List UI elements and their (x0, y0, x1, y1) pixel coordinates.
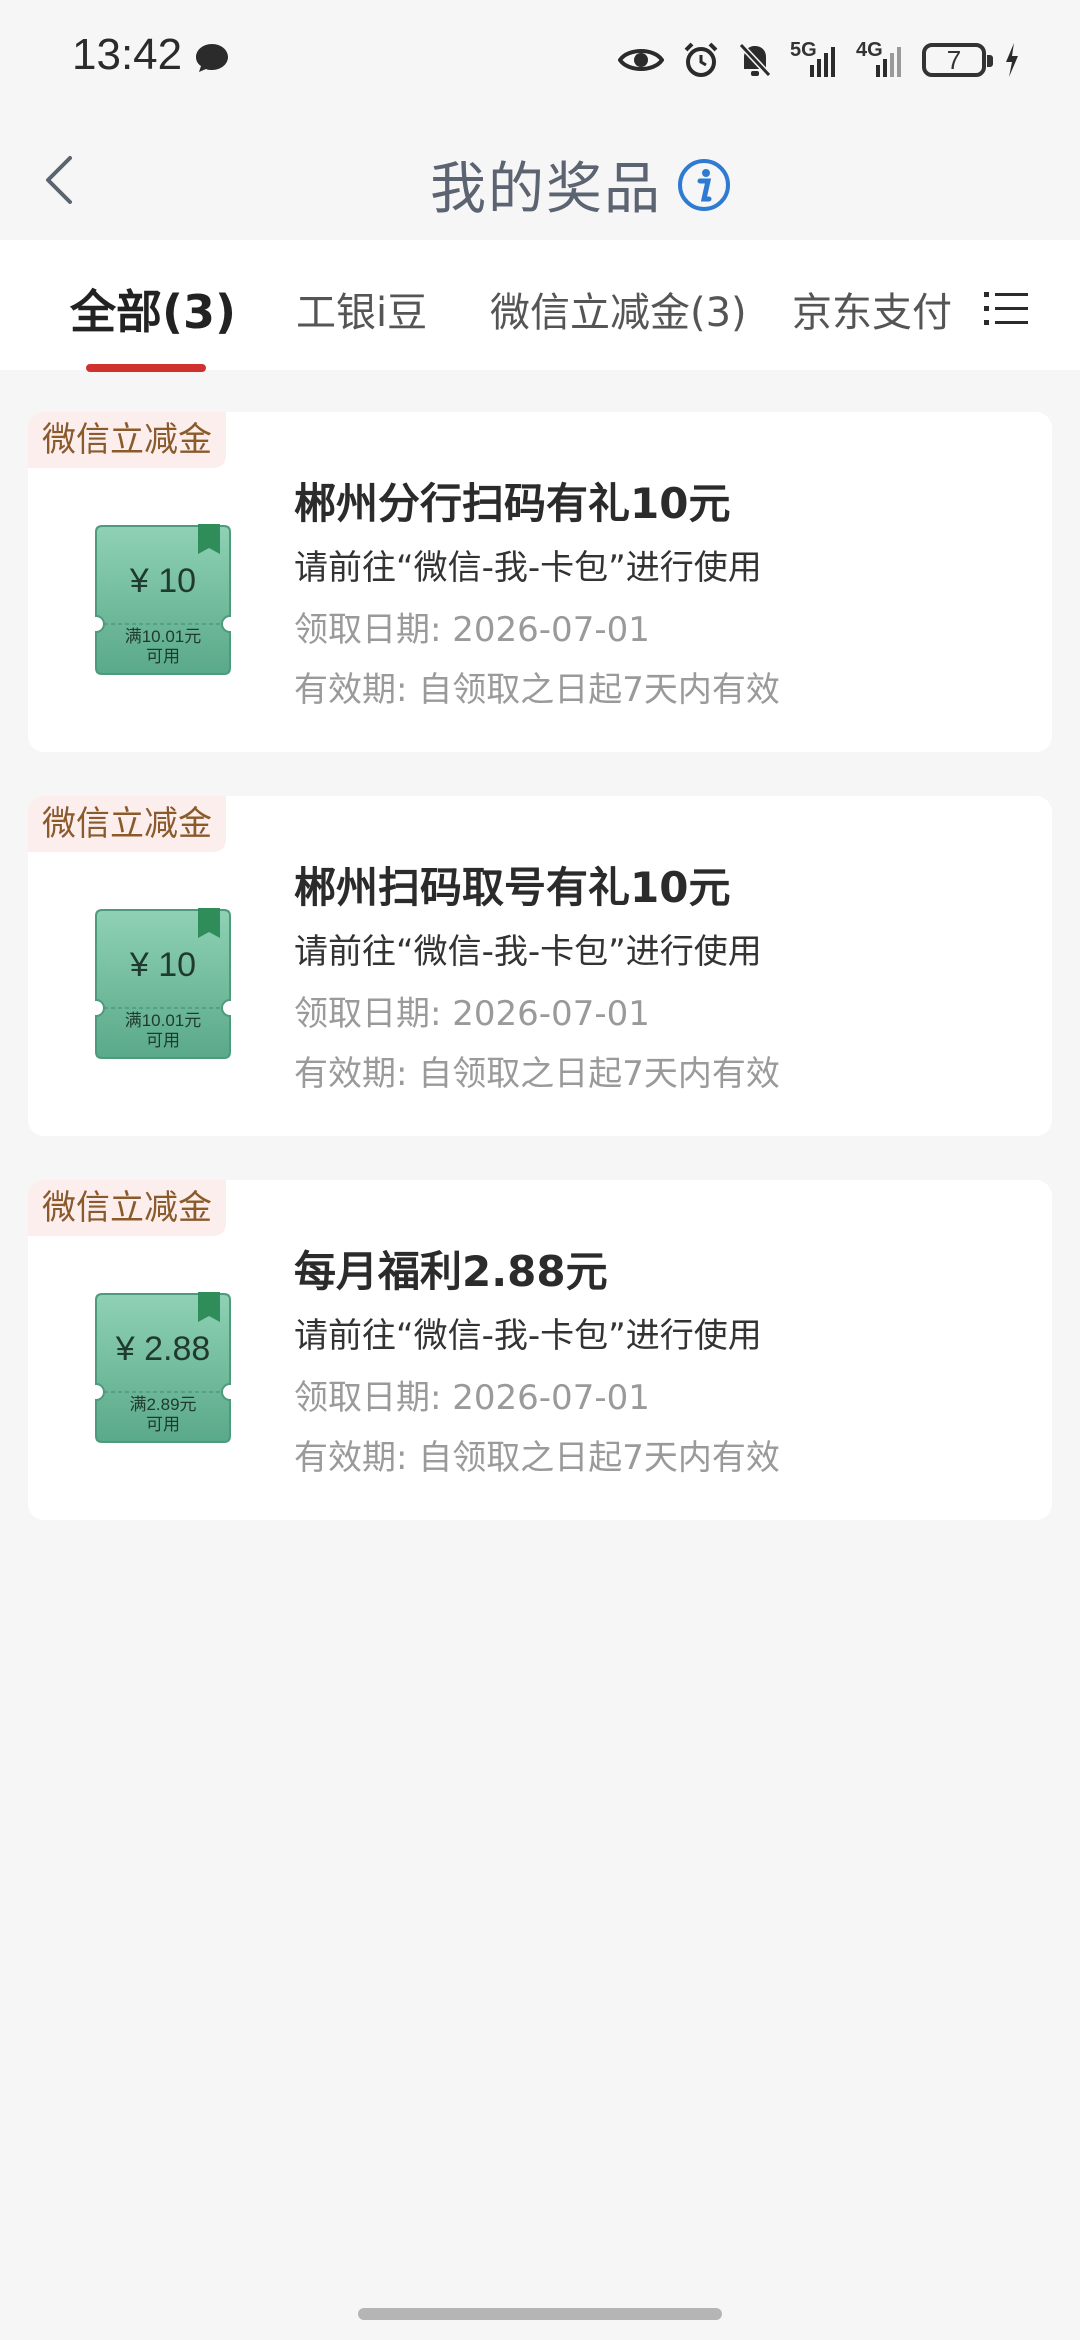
alarm-icon (684, 42, 718, 77)
info-icon[interactable] (676, 157, 732, 213)
page-title-group: 我的奖品 (430, 144, 732, 225)
coupon-amount: ¥ 10 (129, 946, 197, 984)
prize-instructions: 请前往“微信-我-卡包”进行使用 (294, 548, 762, 588)
signal-4g-icon: 4G (856, 39, 904, 79)
battery-level: 7 (946, 45, 962, 75)
battery-icon: 7 (922, 43, 993, 77)
prize-claim-date: 领取日期: 2026-07-01 (294, 994, 650, 1034)
page-title: 我的奖品 (430, 157, 662, 222)
tab-all[interactable]: 全部(3) (70, 276, 236, 342)
home-indicator[interactable] (358, 2308, 722, 2320)
eye-icon (618, 49, 664, 71)
prize-card[interactable]: 微信立减金 ¥ 10 满10.01元 可用 郴州分行扫码有礼10元 请前往“微信… (28, 412, 1052, 752)
tab-icbc-idou[interactable]: 工银i豆 (296, 280, 427, 338)
header: 我的奖品 (0, 120, 1080, 240)
prize-type-tag: 微信立减金 (28, 412, 226, 468)
prize-card[interactable]: 微信立减金 ¥ 10 满10.01元 可用 郴州扫码取号有礼10元 请前往“微信… (28, 796, 1052, 1136)
prize-claim-date: 领取日期: 2026-07-01 (294, 1378, 650, 1418)
tab-active-indicator (86, 364, 206, 372)
category-tabs: 全部(3) 工银i豆 微信立减金(3) 京东支付 (0, 240, 1080, 372)
prize-claim-date: 领取日期: 2026-07-01 (294, 610, 650, 650)
prize-validity: 有效期: 自领取之日起7天内有效 (294, 1054, 780, 1094)
tab-wechat-discount[interactable]: 微信立减金(3) (490, 280, 747, 338)
coupon-usable: 可用 (146, 647, 180, 667)
coupon-amount: ¥ 2.88 (115, 1330, 211, 1368)
prize-type-tag: 微信立减金 (28, 796, 226, 852)
charging-icon (1006, 43, 1018, 77)
status-time: 13:42 (72, 30, 183, 79)
coupon-amount: ¥ 10 (129, 562, 197, 600)
message-icon (196, 44, 228, 72)
signal-5g-icon: 5G (790, 39, 838, 79)
prize-title: 郴州扫码取号有礼10元 (294, 863, 731, 912)
prize-validity: 有效期: 自领取之日起7天内有效 (294, 670, 780, 710)
prize-instructions: 请前往“微信-我-卡包”进行使用 (294, 1316, 762, 1356)
prize-title: 每月福利2.88元 (294, 1247, 608, 1296)
prize-validity: 有效期: 自领取之日起7天内有效 (294, 1438, 780, 1478)
coupon-usable: 可用 (146, 1031, 180, 1051)
prize-type-tag: 微信立减金 (28, 1180, 226, 1236)
coupon-usable: 可用 (146, 1415, 180, 1435)
prize-title: 郴州分行扫码有礼10元 (294, 479, 731, 528)
bell-off-icon (738, 42, 772, 78)
status-bar: 13:42 5G 4G 7 (0, 0, 1080, 120)
tab-jd-pay[interactable]: 京东支付 (792, 280, 952, 338)
prize-card[interactable]: 微信立减金 ¥ 2.88 满2.89元 可用 每月福利2.88元 请前往“微信-… (28, 1180, 1052, 1520)
coupon-icon: ¥ 10 满10.01元 可用 (94, 908, 232, 1060)
coupon-icon: ¥ 2.88 满2.89元 可用 (94, 1292, 232, 1444)
chevron-left-icon[interactable] (40, 150, 80, 210)
coupon-icon: ¥ 10 满10.01元 可用 (94, 524, 232, 676)
prize-instructions: 请前往“微信-我-卡包”进行使用 (294, 932, 762, 972)
menu-list-icon[interactable] (984, 288, 1028, 328)
status-icons: 5G 4G 7 (618, 36, 1020, 84)
